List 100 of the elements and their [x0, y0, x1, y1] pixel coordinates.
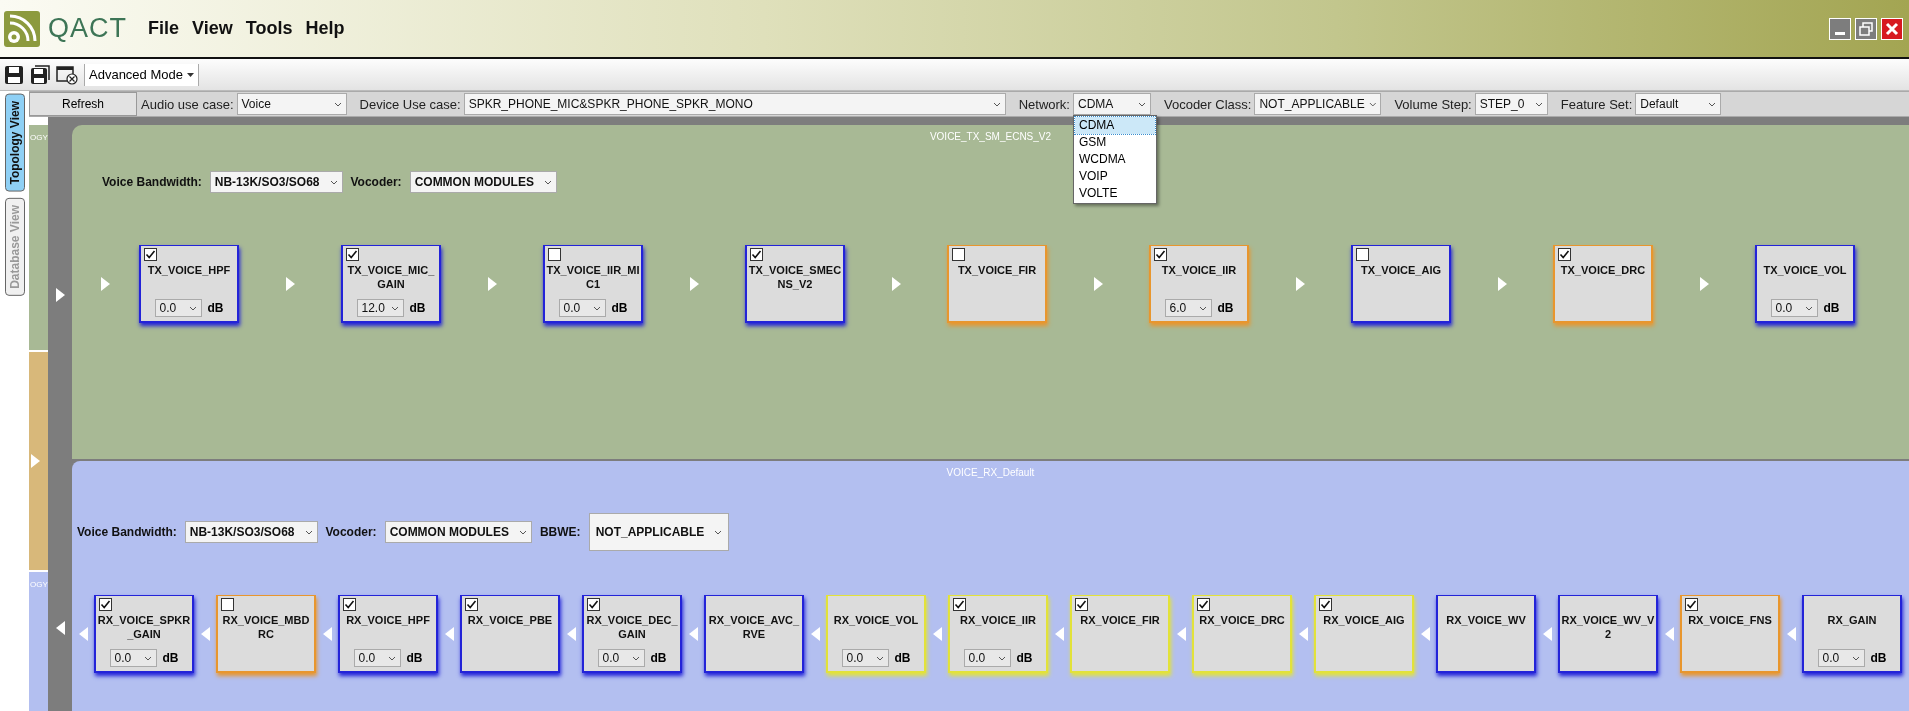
- dropdown[interactable]: COMMON MODULES: [384, 521, 532, 543]
- dropdown[interactable]: 0.0: [963, 649, 1011, 667]
- module-block[interactable]: RX_GAIN 0.0 dB: [1802, 595, 1902, 673]
- checkbox[interactable]: [750, 248, 763, 261]
- caret-icon: [518, 529, 527, 535]
- module-block[interactable]: RX_VOICE_VOL 0.0 dB: [826, 595, 926, 673]
- module-block[interactable]: RX_VOICE_AIG: [1314, 595, 1414, 673]
- checkbox[interactable]: [953, 598, 966, 611]
- module-block[interactable]: RX_VOICE_PBE: [460, 595, 560, 673]
- module-block[interactable]: RX_VOICE_MBDRC: [216, 595, 316, 673]
- module-block[interactable]: RX_VOICE_FNS: [1680, 595, 1780, 673]
- dropdown-option[interactable]: VOIP: [1074, 168, 1155, 185]
- dropdown[interactable]: 12.0: [356, 299, 404, 317]
- module-block[interactable]: TX_VOICE_HPF 0.0 dB: [139, 245, 239, 323]
- caret-icon: [592, 305, 601, 311]
- setting-label: Vocoder:: [325, 525, 377, 539]
- checkbox[interactable]: [1356, 248, 1369, 261]
- unit-label: dB: [611, 301, 628, 315]
- checkbox[interactable]: [1558, 248, 1571, 261]
- module-block[interactable]: RX_VOICE_DRC: [1192, 595, 1292, 673]
- close-icon[interactable]: [1881, 17, 1903, 40]
- restore-icon[interactable]: [1855, 17, 1877, 40]
- dropdown-option[interactable]: GSM: [1074, 134, 1155, 151]
- checkbox[interactable]: [221, 598, 234, 611]
- module-block[interactable]: TX_VOICE_IIR_MIC1 0.0 dB: [543, 245, 643, 323]
- module-block[interactable]: TX_VOICE_MIC_GAIN 12.0 dB: [341, 245, 441, 323]
- mode-dropdown[interactable]: Advanced Mode: [84, 63, 199, 86]
- dropdown[interactable]: NOT_APPLICABLE: [588, 513, 730, 551]
- caret-icon: [1137, 101, 1146, 107]
- side-tab[interactable]: Topology View: [4, 94, 25, 192]
- unit-label: dB: [1217, 301, 1234, 315]
- module-name: TX_VOICE_VOL: [1762, 263, 1848, 277]
- checkbox[interactable]: [465, 598, 478, 611]
- dropdown[interactable]: 0.0: [597, 649, 645, 667]
- module-block[interactable]: TX_VOICE_SMECNS_V2: [745, 245, 845, 323]
- dropdown[interactable]: NB-13K/SO3/SO68: [209, 171, 343, 193]
- module-block[interactable]: TX_VOICE_VOL 0.0 dB: [1755, 245, 1855, 323]
- dropdown[interactable]: Default: [1635, 93, 1722, 115]
- field-label: Network:: [1018, 96, 1070, 112]
- minimize-icon[interactable]: [1829, 17, 1851, 40]
- module-name: RX_VOICE_MBDRC: [221, 613, 311, 641]
- dropdown[interactable]: NOT_APPLICABLE: [1254, 93, 1382, 115]
- module-block[interactable]: RX_VOICE_SPKR_GAIN 0.0 dB: [94, 595, 194, 673]
- module-name: RX_GAIN: [1826, 613, 1878, 627]
- menu-item[interactable]: View: [192, 18, 233, 39]
- module-block[interactable]: RX_VOICE_HPF 0.0 dB: [338, 595, 438, 673]
- module-block[interactable]: RX_VOICE_FIR: [1070, 595, 1170, 673]
- flow-arrow-icon: [1176, 627, 1186, 641]
- dropdown-option[interactable]: CDMA: [1074, 117, 1155, 134]
- checkbox[interactable]: [1197, 598, 1210, 611]
- checkbox[interactable]: [99, 598, 112, 611]
- checkbox[interactable]: [1075, 598, 1088, 611]
- dropdown[interactable]: STEP_0: [1474, 93, 1548, 115]
- module-block[interactable]: RX_VOICE_WV: [1436, 595, 1536, 673]
- module-name: RX_VOICE_PBE: [466, 613, 554, 627]
- checkbox[interactable]: [1154, 248, 1167, 261]
- module-block[interactable]: RX_VOICE_DEC_GAIN 0.0 dB: [582, 595, 682, 673]
- dropdown[interactable]: 0.0: [558, 299, 606, 317]
- module-name: RX_VOICE_AVC_RVE: [707, 613, 801, 641]
- dropdown[interactable]: CDMA: [1072, 93, 1151, 115]
- save-all-icon[interactable]: [30, 64, 50, 85]
- close-window-icon[interactable]: [56, 64, 78, 85]
- refresh-button[interactable]: Refresh: [29, 92, 137, 116]
- module-block[interactable]: RX_VOICE_IIR 0.0 dB: [948, 595, 1048, 673]
- dropdown[interactable]: 0.0: [109, 649, 157, 667]
- module-name: RX_VOICE_DRC: [1198, 613, 1286, 627]
- checkbox[interactable]: [952, 248, 965, 261]
- checkbox[interactable]: [343, 598, 356, 611]
- dropdown-option[interactable]: VOLTE: [1074, 185, 1155, 202]
- dropdown[interactable]: 0.0: [1817, 649, 1865, 667]
- module-block[interactable]: TX_VOICE_IIR 6.0 dB: [1149, 245, 1249, 323]
- checkbox[interactable]: [587, 598, 600, 611]
- dropdown[interactable]: 0.0: [154, 299, 202, 317]
- checkbox[interactable]: [144, 248, 157, 261]
- module-block[interactable]: TX_VOICE_FIR: [947, 245, 1047, 323]
- setting-label: Vocoder:: [350, 175, 402, 189]
- module-block[interactable]: RX_VOICE_WV_V2: [1558, 595, 1658, 673]
- module-block[interactable]: TX_VOICE_DRC: [1553, 245, 1653, 323]
- dropdown[interactable]: 0.0: [353, 649, 401, 667]
- save-icon[interactable]: [4, 64, 24, 85]
- module-block[interactable]: RX_VOICE_AVC_RVE: [704, 595, 804, 673]
- menu-item[interactable]: File: [148, 18, 180, 39]
- dropdown[interactable]: COMMON MODULES: [409, 171, 557, 193]
- dropdown[interactable]: Voice: [236, 93, 347, 115]
- menu-item[interactable]: Tools: [245, 18, 293, 39]
- menu-item[interactable]: Help: [305, 18, 345, 39]
- checkbox[interactable]: [548, 248, 561, 261]
- checkbox[interactable]: [1319, 598, 1332, 611]
- flow-arrow-icon: [1420, 627, 1430, 641]
- checkbox[interactable]: [1685, 598, 1698, 611]
- dropdown[interactable]: 0.0: [1770, 299, 1818, 317]
- dropdown[interactable]: 6.0: [1164, 299, 1212, 317]
- dropdown[interactable]: NB-13K/SO3/SO68: [184, 521, 318, 543]
- module-name: TX_VOICE_HPF: [146, 263, 232, 277]
- dropdown-option[interactable]: WCDMA: [1074, 151, 1155, 168]
- dropdown[interactable]: 0.0: [841, 649, 889, 667]
- dropdown[interactable]: SPKR_PHONE_MIC&SPKR_PHONE_SPKR_MONO: [463, 93, 1006, 115]
- module-block[interactable]: TX_VOICE_AIG: [1351, 245, 1451, 323]
- module-name: RX_VOICE_IIR: [959, 613, 1037, 627]
- checkbox[interactable]: [346, 248, 359, 261]
